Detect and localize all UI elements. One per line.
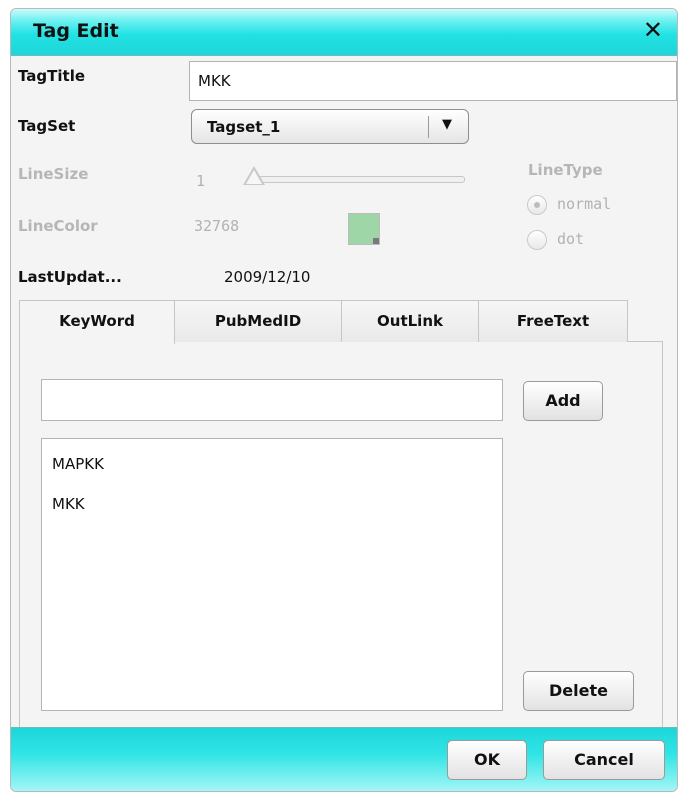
list-item[interactable]: MKK bbox=[52, 495, 85, 513]
add-button[interactable]: Add bbox=[523, 381, 603, 421]
tag-title-label: TagTitle bbox=[18, 67, 86, 85]
line-size-label: LineSize bbox=[18, 165, 89, 183]
cancel-button[interactable]: Cancel bbox=[543, 740, 665, 780]
tag-title-value: MKK bbox=[198, 72, 231, 90]
last-updated-label: LastUpdat... bbox=[18, 268, 122, 286]
line-type-normal-label: normal bbox=[557, 195, 612, 213]
ok-button[interactable]: OK bbox=[447, 740, 527, 780]
dialog-footer: OK Cancel bbox=[11, 727, 677, 791]
delete-button[interactable]: Delete bbox=[523, 671, 634, 711]
tag-set-value: Tagset_1 bbox=[207, 118, 281, 136]
keyword-list[interactable]: MAPKK MKK bbox=[41, 438, 503, 711]
list-item[interactable]: MAPKK bbox=[52, 455, 104, 473]
title-bar[interactable]: Tag Edit ✕ bbox=[11, 9, 677, 56]
line-color-label: LineColor bbox=[18, 217, 98, 235]
close-icon[interactable]: ✕ bbox=[643, 16, 663, 44]
line-size-slider-track[interactable] bbox=[249, 176, 465, 183]
tab-freetext[interactable]: FreeText bbox=[478, 300, 628, 342]
tab-keyword[interactable]: KeyWord bbox=[19, 300, 175, 344]
tag-set-label: TagSet bbox=[18, 117, 76, 135]
dialog-title: Tag Edit bbox=[33, 20, 119, 42]
line-type-label: LineType bbox=[528, 161, 603, 179]
chevron-down-icon[interactable]: ▼ bbox=[442, 117, 452, 132]
tab-outlink[interactable]: OutLink bbox=[341, 300, 479, 342]
tag-title-input[interactable]: MKK bbox=[189, 61, 677, 101]
line-color-value: 32768 bbox=[194, 217, 240, 235]
slider-thumb-fill bbox=[246, 170, 262, 184]
last-updated-value: 2009/12/10 bbox=[224, 268, 311, 286]
tab-pubmedid[interactable]: PubMedID bbox=[174, 300, 342, 342]
radio-selected-dot bbox=[534, 202, 540, 208]
tag-set-dropdown[interactable]: Tagset_1 ▼ bbox=[191, 109, 469, 144]
line-type-normal-radio[interactable] bbox=[527, 195, 547, 215]
line-type-dot-radio[interactable] bbox=[527, 230, 547, 250]
keyword-input[interactable] bbox=[41, 379, 503, 421]
line-size-value: 1 bbox=[196, 172, 206, 190]
dropdown-separator bbox=[428, 116, 429, 138]
tag-edit-dialog: Tag Edit ✕ TagTitle MKK TagSet Tagset_1 … bbox=[10, 8, 678, 792]
line-type-dot-label: dot bbox=[557, 230, 585, 248]
swatch-picker-corner bbox=[373, 238, 379, 244]
